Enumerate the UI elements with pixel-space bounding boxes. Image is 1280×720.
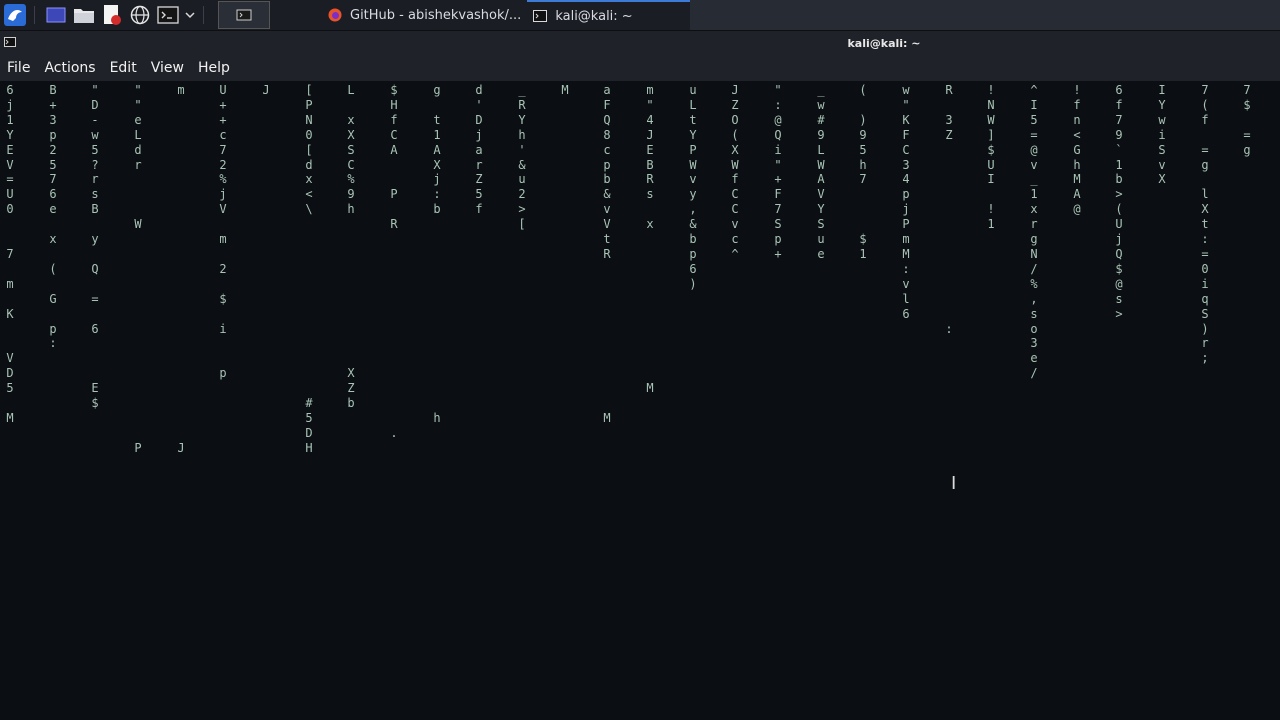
matrix-column: J Z O ( X W f C C v c ^	[731, 83, 739, 261]
matrix-column: _ w # 9 L W A V Y S u e	[817, 83, 825, 261]
matrix-column: ^ I 5 = @ v _ 1 x r g N / % , s o 3 e /	[1030, 83, 1038, 381]
matrix-column: 6 f 7 9 ` 1 b > ( U j Q $ @ s >	[1115, 83, 1123, 321]
taskbar-item-label: kali@kali: ~	[555, 8, 633, 24]
matrix-column: a F Q 8 c p b & v V t R M	[603, 83, 611, 425]
matrix-column: $ H f C A P R .	[390, 83, 398, 440]
matrix-rain: 6 j 1 Y E V = U 0 7 m K V D 5 M B + 3 p 2…	[0, 81, 1280, 720]
window-titlebar[interactable]: kali@kali: ~	[0, 31, 1280, 55]
taskbar-item-browser[interactable]: GitHub - abishekvashok/...	[322, 0, 527, 30]
matrix-column: L x X S C % 9 h X Z b	[347, 83, 355, 411]
matrix-column: R 3 Z :	[945, 83, 953, 336]
matrix-column: _ R Y h ' & u 2 > [	[518, 83, 526, 232]
matrix-column: ! f n < G h M A @	[1073, 83, 1081, 217]
terminal-launcher-dropdown[interactable]	[183, 2, 197, 28]
matrix-column: " : @ Q i " + F 7 S p +	[774, 83, 782, 261]
matrix-column: I Y w i S v X	[1158, 83, 1166, 187]
show-desktop-button[interactable]	[43, 2, 69, 28]
menu-actions[interactable]: Actions	[37, 60, 102, 76]
folder-icon	[74, 9, 94, 23]
matrix-column: 7 $ = g	[1243, 83, 1251, 157]
matrix-column: m J	[177, 83, 185, 455]
firefox-icon	[328, 8, 342, 22]
kali-menu-button[interactable]	[2, 2, 28, 28]
matrix-column: U + + c 7 2 % j V m 2 $ i p	[219, 83, 227, 381]
terminal-icon	[157, 6, 179, 24]
top-panel: GitHub - abishekvashok/... kali@kali: ~	[0, 0, 1280, 31]
menu-view[interactable]: View	[144, 60, 191, 76]
matrix-column: m " 4 J E B R s x M	[646, 83, 654, 396]
kali-dragon-icon	[4, 4, 26, 26]
globe-icon	[130, 5, 150, 25]
matrix-column: M	[561, 83, 569, 97]
text-editor-button[interactable]	[99, 2, 125, 28]
menu-file[interactable]: File	[0, 60, 37, 76]
terminal-launcher-button[interactable]	[155, 2, 181, 28]
matrix-column: w " K F C 3 4 p j P m M : v l 6	[902, 83, 910, 321]
window-title: kali@kali: ~	[847, 37, 921, 50]
matrix-column: u L t Y P W v y , & b p 6 )	[689, 83, 697, 291]
menubar: File Actions Edit View Help	[0, 55, 1280, 81]
matrix-column: g t 1 A X j : b h	[433, 83, 441, 425]
matrix-column: " D - w 5 ? r s B y Q = 6 E $	[91, 83, 99, 411]
matrix-column: [ P N 0 [ d x < \ # 5 D H	[305, 83, 313, 455]
matrix-column: d ' D j a r Z 5 f	[475, 83, 483, 217]
matrix-column: ( ) 9 5 h 7 $ 1	[859, 83, 867, 261]
matrix-column: 7 ( f = g l X t : = 0 i q S ) r ;	[1201, 83, 1209, 366]
panel-separator	[34, 6, 35, 24]
matrix-column: " " e L d r W P	[134, 83, 142, 455]
workspace-window-icon	[236, 9, 252, 21]
taskbar-item-terminal[interactable]: kali@kali: ~	[527, 0, 716, 30]
terminal-output[interactable]: 6 j 1 Y E V = U 0 7 m K V D 5 M B + 3 p 2…	[0, 81, 1280, 720]
desktop-icon	[46, 7, 66, 23]
web-browser-button[interactable]	[127, 2, 153, 28]
text-editor-icon	[104, 5, 121, 25]
panel-separator	[203, 6, 204, 24]
matrix-column: 6 j 1 Y E V = U 0 7 m K V D 5 M	[6, 83, 14, 425]
text-cursor-icon: I	[951, 473, 957, 494]
menu-help[interactable]: Help	[191, 60, 237, 76]
workspace-switcher[interactable]	[218, 1, 270, 29]
terminal-icon	[533, 10, 548, 22]
matrix-column: ! N W ] $ U I ! 1	[987, 83, 995, 232]
matrix-column: B + 3 p 2 5 7 6 e x ( G p :	[49, 83, 57, 351]
menu-edit[interactable]: Edit	[103, 60, 144, 76]
file-manager-button[interactable]	[71, 2, 97, 28]
chevron-down-icon	[185, 12, 195, 19]
taskbar-item-label: GitHub - abishekvashok/...	[350, 7, 522, 23]
panel-tray	[690, 0, 1280, 30]
matrix-column: J	[262, 83, 270, 97]
